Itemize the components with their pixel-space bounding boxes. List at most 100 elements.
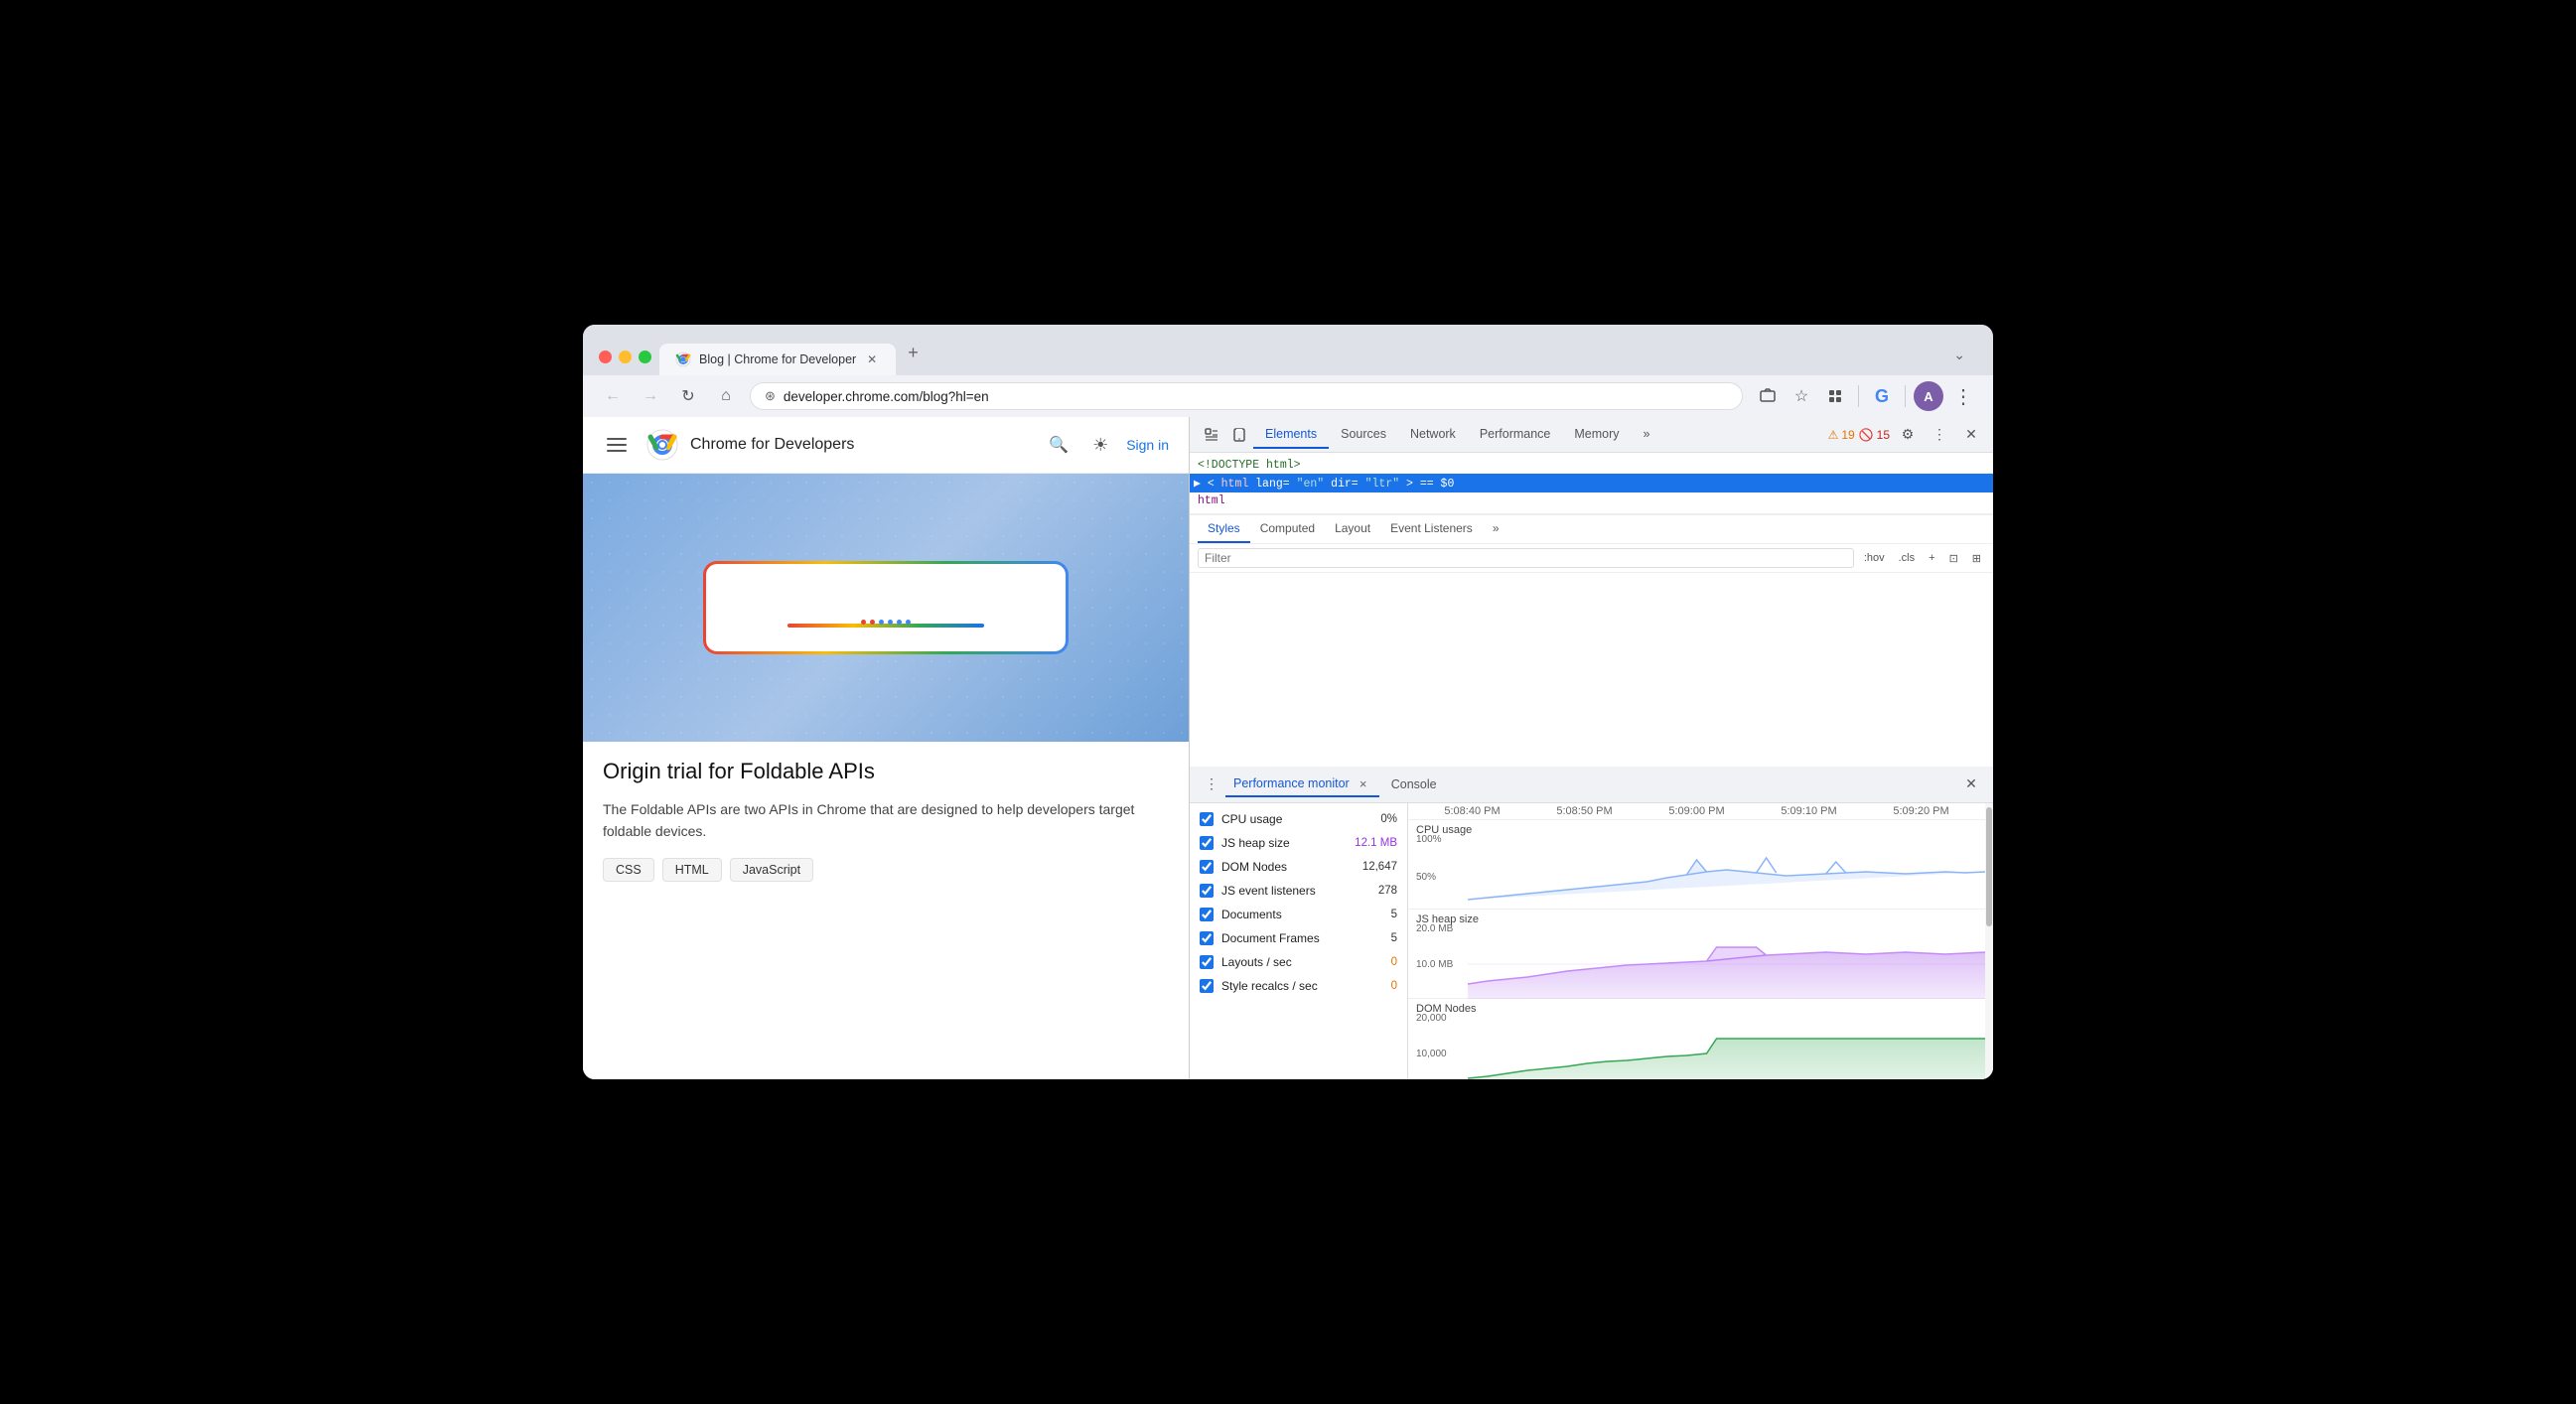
styles-tab-computed[interactable]: Computed — [1250, 515, 1325, 543]
signin-button[interactable]: Sign in — [1126, 437, 1169, 453]
add-style-rule-button[interactable]: + — [1925, 550, 1938, 566]
perf-monitor-close-button[interactable]: × — [1356, 775, 1371, 791]
home-button[interactable]: ⌂ — [712, 382, 740, 410]
style-recalcs-value: 0 — [1348, 980, 1397, 992]
browser-window: Blog | Chrome for Developer ✕ + ⌄ ← → ↻ … — [583, 325, 1993, 1079]
inspect-element-button[interactable] — [1198, 421, 1225, 449]
dot-blue-4 — [906, 620, 911, 625]
refresh-button[interactable]: ↻ — [674, 382, 702, 410]
google-account-icon[interactable]: G — [1867, 381, 1897, 411]
tag-css[interactable]: CSS — [603, 858, 654, 882]
metric-style-recalcs: Style recalcs / sec 0 — [1190, 974, 1407, 998]
theme-toggle-button[interactable]: ☀ — [1084, 429, 1116, 461]
errors-count: 15 — [1877, 428, 1890, 442]
tag-javascript[interactable]: JavaScript — [730, 858, 813, 882]
search-button[interactable]: 🔍 — [1043, 429, 1074, 461]
devtools-tab-sources[interactable]: Sources — [1329, 421, 1398, 449]
toggle-element-state-button[interactable]: ⊡ — [1945, 550, 1962, 567]
bookmark-icon[interactable]: ☆ — [1787, 381, 1816, 411]
dom-nodes-checkbox[interactable] — [1200, 860, 1214, 874]
layouts-sec-checkbox[interactable] — [1200, 955, 1214, 969]
dom-20k-label: 20,000 — [1416, 1013, 1447, 1024]
js-heap-checkbox[interactable] — [1200, 836, 1214, 850]
devtools-more-button[interactable]: ⋮ — [1926, 421, 1953, 449]
close-window-button[interactable] — [599, 351, 612, 363]
blog-content: Foldable APIs origin trial — [583, 474, 1189, 1079]
js-heap-10mb-label: 10.0 MB — [1416, 959, 1453, 970]
tabs-row: Blog | Chrome for Developer ✕ + ⌄ — [659, 335, 1977, 375]
js-heap-chart: JS heap size 20.0 MB 10.0 MB — [1408, 910, 1985, 999]
devtools-settings-button[interactable]: ⚙ — [1894, 421, 1922, 449]
tag-html[interactable]: HTML — [662, 858, 722, 882]
hero-card-dots — [787, 620, 983, 625]
active-tab[interactable]: Blog | Chrome for Developer ✕ — [659, 344, 896, 375]
console-tab[interactable]: Console — [1379, 773, 1449, 795]
devtools-tab-network[interactable]: Network — [1398, 421, 1468, 449]
pseudo-classes-button[interactable]: :hov — [1860, 550, 1889, 566]
styles-tab-overflow[interactable]: » — [1483, 515, 1509, 543]
user-avatar[interactable]: A — [1914, 381, 1943, 411]
style-recalcs-checkbox[interactable] — [1200, 979, 1214, 993]
charts-area: 5:08:40 PM 5:08:50 PM 5:09:00 PM 5:09:10… — [1408, 803, 1985, 1080]
html-attr-lang-val: "en" — [1297, 478, 1325, 491]
hamburger-menu-button[interactable] — [603, 429, 635, 461]
cpu-usage-label: CPU usage — [1221, 812, 1340, 826]
devtools-tab-performance[interactable]: Performance — [1468, 421, 1563, 449]
html-open-bracket: < — [1208, 478, 1215, 491]
document-frames-value: 5 — [1348, 932, 1397, 944]
perf-monitor-tab[interactable]: Performance monitor × — [1225, 772, 1379, 797]
address-text: developer.chrome.com/blog?hl=en — [784, 389, 1728, 404]
new-style-rule-button[interactable]: ⊞ — [1968, 550, 1985, 567]
documents-checkbox[interactable] — [1200, 908, 1214, 921]
devtools-tab-overflow[interactable]: » — [1632, 421, 1662, 449]
devtools-tab-elements[interactable]: Elements — [1253, 421, 1329, 449]
main-area: Chrome for Developers 🔍 ☀ Sign in Fol — [583, 417, 1993, 1079]
cpu-usage-checkbox[interactable] — [1200, 812, 1214, 826]
tab-expand-button[interactable]: ⌄ — [1941, 339, 1977, 375]
forward-button[interactable]: → — [637, 382, 664, 410]
dot-blue-2 — [888, 620, 893, 625]
html-attr-dir-val: "ltr" — [1365, 478, 1400, 491]
cls-button[interactable]: .cls — [1895, 550, 1920, 566]
hamburger-line-1 — [607, 438, 627, 440]
styles-tab-event-listeners[interactable]: Event Listeners — [1380, 515, 1483, 543]
extensions-icon[interactable] — [1820, 381, 1850, 411]
devtools-tab-memory[interactable]: Memory — [1562, 421, 1631, 449]
styles-tab-styles[interactable]: Styles — [1198, 515, 1250, 543]
address-bar: ← → ↻ ⌂ ⊛ developer.chrome.com/blog?hl=e… — [583, 375, 1993, 417]
perf-monitor-menu-button[interactable]: ⋮ — [1198, 771, 1225, 798]
address-input-wrap[interactable]: ⊛ developer.chrome.com/blog?hl=en — [750, 382, 1743, 410]
js-event-listeners-checkbox[interactable] — [1200, 884, 1214, 898]
perf-monitor-close-panel-button[interactable]: ✕ — [1957, 771, 1985, 798]
browser-menu-button[interactable]: ⋮ — [1947, 381, 1977, 411]
style-recalcs-label: Style recalcs / sec — [1221, 979, 1340, 993]
styles-filter-input[interactable] — [1198, 548, 1854, 568]
site-info-icon[interactable]: ⊛ — [765, 388, 776, 404]
back-button[interactable]: ← — [599, 382, 627, 410]
panel-right-scrollbar[interactable] — [1985, 803, 1993, 1080]
hero-card-border — [703, 561, 1069, 654]
warnings-badge: ⚠ 19 — [1828, 428, 1855, 442]
minimize-window-button[interactable] — [619, 351, 632, 363]
html-root-line[interactable]: ▶ < html lang= "en" dir= "ltr" > == $0 — [1190, 474, 1993, 492]
tab-close-button[interactable]: ✕ — [864, 351, 880, 367]
new-tab-button[interactable]: + — [898, 335, 929, 375]
scrollbar-thumb[interactable] — [1986, 807, 1992, 926]
js-event-listeners-value: 278 — [1348, 885, 1397, 897]
document-frames-label: Document Frames — [1221, 931, 1340, 945]
device-toolbar-button[interactable] — [1225, 421, 1253, 449]
time-label-1: 5:08:40 PM — [1416, 805, 1528, 817]
devtools-close-button[interactable]: ✕ — [1957, 421, 1985, 449]
site-header: Chrome for Developers 🔍 ☀ Sign in — [583, 417, 1189, 474]
metric-dom-nodes: DOM Nodes 12,647 — [1190, 855, 1407, 879]
styles-tab-layout[interactable]: Layout — [1325, 515, 1380, 543]
screen-capture-icon[interactable] — [1753, 381, 1783, 411]
document-frames-checkbox[interactable] — [1200, 931, 1214, 945]
maximize-window-button[interactable] — [639, 351, 651, 363]
title-bar: Blog | Chrome for Developer ✕ + ⌄ — [583, 325, 1993, 375]
site-logo-icon — [646, 429, 678, 461]
cpu-usage-value: 0% — [1348, 813, 1397, 825]
html-tag-name: html — [1221, 478, 1249, 491]
js-heap-20mb-label: 20.0 MB — [1416, 923, 1453, 934]
warning-icon: ⚠ — [1828, 428, 1839, 442]
